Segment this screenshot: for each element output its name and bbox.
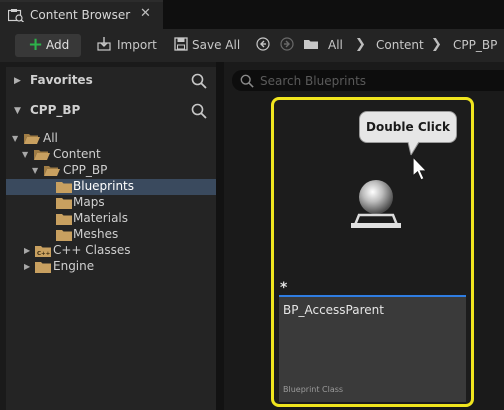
mouse-cursor-icon: [412, 156, 428, 181]
tree-item-cpp-bp[interactable]: ▼ CPP_BP: [6, 163, 216, 179]
collapse-arrow-icon[interactable]: ▼: [12, 134, 18, 143]
favorites-label: Favorites: [30, 73, 93, 87]
folder-open-icon: [34, 150, 50, 160]
folder-icon: [35, 262, 51, 273]
favorites-header[interactable]: ▶ Favorites: [6, 67, 216, 97]
expand-arrow-icon[interactable]: ▶: [24, 246, 30, 255]
tree-item-engine[interactable]: ▶ Engine: [6, 259, 216, 275]
content-browser-icon: [8, 9, 24, 22]
tree-label: Engine: [53, 259, 95, 273]
add-button-label: Add: [46, 38, 70, 52]
search-icon[interactable]: [191, 73, 207, 89]
breadcrumb-content[interactable]: Content: [376, 38, 424, 52]
tree-item-maps[interactable]: Maps: [6, 195, 216, 211]
import-button[interactable]: Import: [117, 38, 157, 52]
expand-arrow-icon[interactable]: ▶: [24, 262, 30, 271]
save-all-button[interactable]: Save All: [192, 38, 240, 52]
folder-open-icon: [44, 166, 60, 176]
breadcrumb-cpp-bp[interactable]: CPP_BP: [453, 38, 497, 52]
expand-arrow-icon[interactable]: ▶: [14, 76, 21, 86]
panel-splitter[interactable]: [216, 62, 224, 410]
asset-name: BP_AccessParent: [283, 303, 384, 317]
folder-icon: [56, 230, 72, 241]
tooltip-callout: Double Click: [359, 111, 457, 143]
folder-icon: [56, 198, 72, 209]
project-label: CPP_BP: [30, 103, 81, 117]
chevron-right-icon[interactable]: ❯: [431, 37, 442, 52]
search-input[interactable]: Search Blueprints: [232, 70, 504, 91]
folder-open-icon: [24, 134, 40, 144]
chevron-right-icon[interactable]: ❯: [355, 37, 366, 52]
tree-label: Materials: [73, 211, 129, 225]
collapse-arrow-icon[interactable]: ▼: [22, 150, 28, 159]
tab-title: Content Browser: [30, 8, 131, 22]
folder-icon: [56, 182, 72, 193]
asset-info: BP_AccessParent Blueprint Class: [279, 297, 466, 402]
tree-item-content[interactable]: ▼ Content: [6, 147, 216, 163]
asset-type: Blueprint Class: [283, 385, 344, 394]
blueprint-sphere-icon: [351, 180, 401, 228]
svg-text:C++: C++: [37, 251, 51, 257]
search-placeholder: Search Blueprints: [260, 74, 367, 88]
asset-tile[interactable]: Double Click * BP_AccessParent Blueprint…: [271, 97, 474, 407]
breadcrumb-all[interactable]: All: [328, 38, 343, 52]
search-icon[interactable]: [191, 103, 207, 119]
close-icon[interactable]: ✕: [140, 6, 151, 21]
save-all-icon[interactable]: [174, 37, 188, 51]
title-bar: Content Browser ✕: [0, 0, 504, 29]
tree-label: Maps: [73, 195, 105, 209]
tree-label: Meshes: [73, 227, 119, 241]
folder-tree: ▼ All ▼ Content ▼ CPP_BP Blueprints Maps…: [6, 127, 216, 410]
tree-label: CPP_BP: [63, 163, 108, 177]
forward-arrow-icon[interactable]: [280, 37, 294, 51]
tree-label: Blueprints: [73, 179, 135, 193]
folder-icon: [56, 214, 72, 225]
tree-label: C++ Classes: [53, 243, 131, 257]
plus-icon: +: [28, 34, 44, 55]
tree-item-all[interactable]: ▼ All: [6, 131, 216, 147]
tree-label: Content: [53, 147, 101, 161]
collapse-arrow-icon[interactable]: ▼: [14, 106, 21, 116]
toolbar: + Add Import Save All All ❯ Content ❯ CP…: [0, 29, 504, 62]
callout-text: Double Click: [366, 120, 450, 134]
import-icon[interactable]: [97, 37, 111, 51]
tab-content-browser[interactable]: Content Browser ✕: [0, 0, 163, 29]
cpp-folder-icon: C++: [35, 246, 51, 257]
search-icon: [240, 74, 254, 88]
back-arrow-icon[interactable]: [256, 37, 270, 51]
folder-icon[interactable]: [303, 37, 319, 51]
callout-tail: [407, 141, 420, 156]
tree-item-blueprints[interactable]: Blueprints: [6, 179, 216, 195]
tree-item-materials[interactable]: Materials: [6, 211, 216, 227]
tree-item-cpp-classes[interactable]: ▶ C++ C++ Classes: [6, 243, 216, 259]
tree-label: All: [43, 131, 58, 145]
modified-marker: *: [280, 280, 288, 296]
add-button[interactable]: + Add: [15, 34, 81, 57]
tree-item-meshes[interactable]: Meshes: [6, 227, 216, 243]
project-header[interactable]: ▼ CPP_BP: [6, 97, 216, 127]
collapse-arrow-icon[interactable]: ▼: [32, 166, 38, 175]
